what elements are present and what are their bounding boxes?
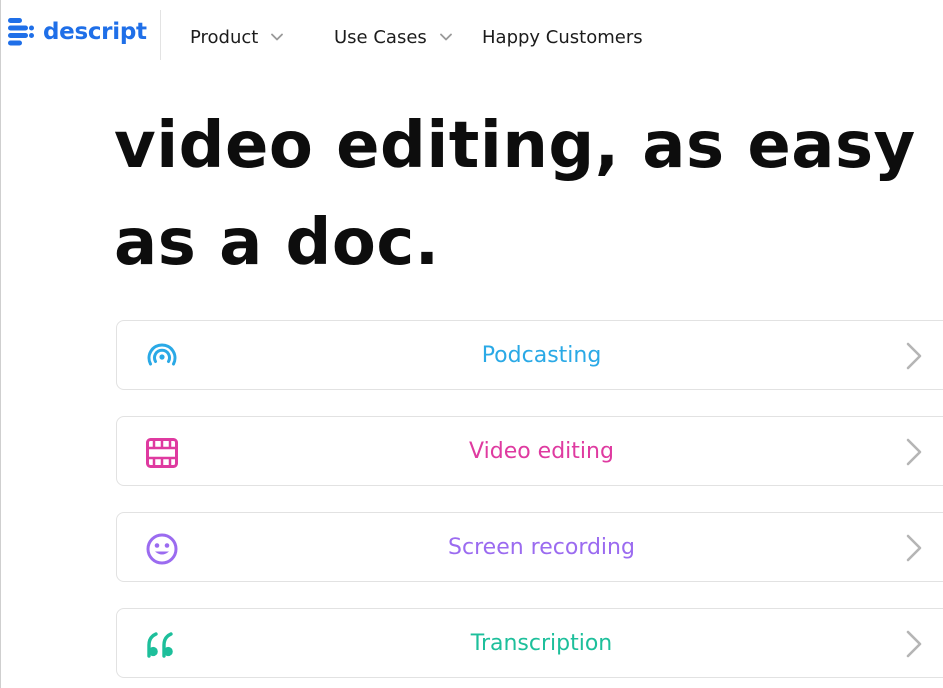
hero-line-1: video editing, as easy <box>114 109 916 183</box>
hero-line-2: as a doc. <box>114 206 440 280</box>
nav-use-cases-label: Use Cases <box>334 26 427 48</box>
hero-headline: video editing, as easy as a doc. <box>114 98 943 292</box>
nav-happy-customers-link[interactable]: Happy Customers <box>482 24 643 50</box>
use-case-card-podcasting[interactable]: Podcasting <box>116 320 943 390</box>
nav-happy-customers-label: Happy Customers <box>482 26 643 48</box>
descript-logo[interactable]: descript <box>7 16 147 48</box>
use-case-label: Transcription <box>470 631 613 656</box>
nav-product-menu[interactable]: Product <box>190 24 284 50</box>
nav-product-label: Product <box>190 26 259 48</box>
chevron-right-icon <box>906 438 922 466</box>
top-navigation: descript Product Use Cases Happy Custome… <box>1 0 943 70</box>
chevron-right-icon <box>906 342 922 370</box>
logo-text: descript <box>43 19 147 45</box>
chevron-down-icon <box>271 33 284 41</box>
nav-use-cases-menu[interactable]: Use Cases <box>334 24 452 50</box>
use-case-card-transcription[interactable]: Transcription <box>116 608 943 678</box>
use-case-label: Podcasting <box>481 343 602 368</box>
use-case-label: Screen recording <box>448 535 635 560</box>
chevron-right-icon <box>906 630 922 658</box>
use-case-card-screen-recording[interactable]: Screen recording <box>116 512 943 582</box>
use-case-label: Video editing <box>469 439 614 464</box>
chevron-down-icon <box>439 33 452 41</box>
descript-logo-icon <box>8 18 34 46</box>
chevron-right-icon <box>906 534 922 562</box>
use-case-card-video-editing[interactable]: Video editing <box>116 416 943 486</box>
header-divider <box>160 10 161 60</box>
